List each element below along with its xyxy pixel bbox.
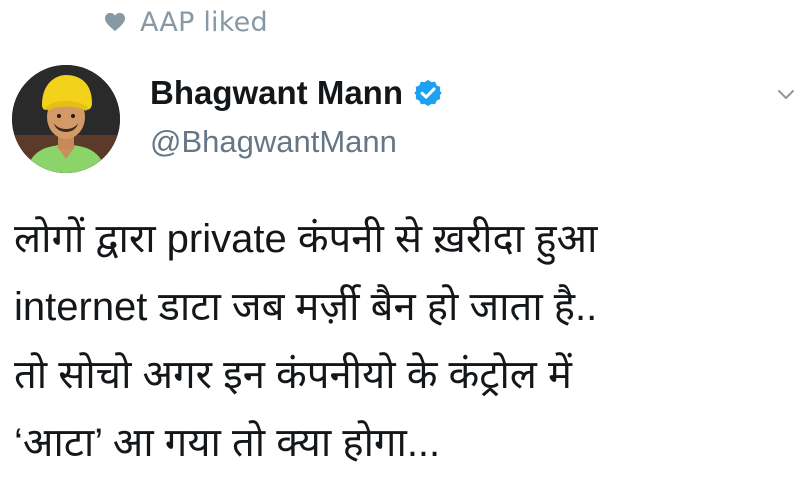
chevron-down-icon[interactable]: [776, 84, 796, 104]
verified-badge-icon: [413, 78, 443, 108]
author-name-row[interactable]: Bhagwant Mann: [150, 74, 443, 112]
social-context-text[interactable]: AAP liked: [140, 7, 268, 38]
social-context: AAP liked: [104, 2, 268, 42]
heart-icon: [104, 11, 126, 33]
tweet-text: लोगों द्वारा private कंपनी से ख़रीदा हुआ…: [14, 205, 794, 477]
tweet-text-line: तो सोचो अगर इन कंपनीयो के कंट्रोल में: [14, 353, 572, 397]
tweet-card[interactable]: AAP liked Bhagwant Mann @BhagwantMann लो…: [0, 0, 800, 501]
avatar[interactable]: [12, 65, 120, 173]
tweet-text-line: ‘आटा’ आ गया तो क्या होगा...: [14, 421, 441, 465]
author-display-name[interactable]: Bhagwant Mann: [150, 74, 403, 112]
author-handle[interactable]: @BhagwantMann: [150, 124, 397, 160]
tweet-text-line: लोगों द्वारा private कंपनी से ख़रीदा हुआ: [14, 217, 598, 261]
tweet-text-line: internet डाटा जब मर्ज़ी बैन हो जाता है..: [14, 285, 598, 329]
